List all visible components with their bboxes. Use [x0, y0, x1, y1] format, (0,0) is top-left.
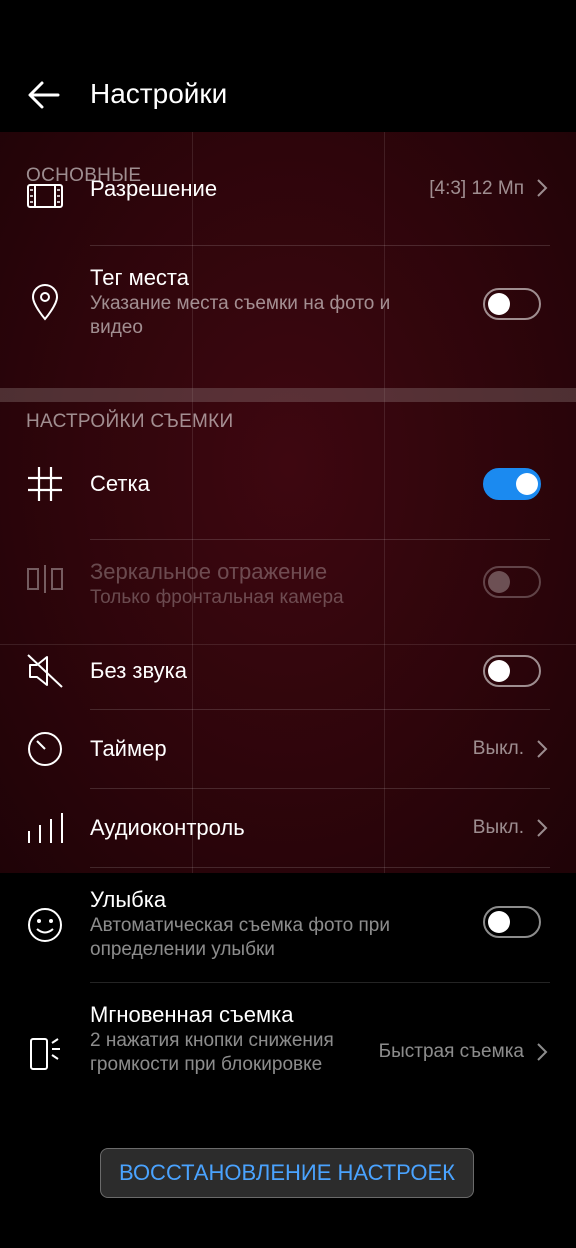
- chevron-right-icon: [537, 1043, 548, 1061]
- setting-location-tag[interactable]: Тег места Указание места съемки на фото …: [0, 246, 576, 362]
- reset-settings-button[interactable]: ВОССТАНОВЛЕНИЕ НАСТРОЕК: [100, 1148, 474, 1198]
- setting-audio-control[interactable]: Аудиоконтроль Выкл.: [0, 789, 576, 868]
- grid-icon: [24, 463, 66, 505]
- setting-label: Мгновенная съемка: [90, 1002, 294, 1027]
- location-toggle[interactable]: [483, 288, 541, 320]
- setting-value: Выкл.: [472, 817, 524, 838]
- chevron-right-icon: [537, 819, 548, 837]
- arrow-left-icon: [28, 81, 60, 109]
- setting-instant-capture[interactable]: Мгновенная съемка 2 нажатия кнопки сниже…: [0, 983, 576, 1123]
- grid-toggle[interactable]: [483, 468, 541, 500]
- mute-toggle[interactable]: [483, 655, 541, 687]
- header: Настройки: [0, 0, 576, 132]
- smile-toggle[interactable]: [483, 906, 541, 938]
- setting-timer[interactable]: Таймер Выкл.: [0, 710, 576, 789]
- setting-label: Сетка: [90, 471, 150, 496]
- settings-list: ОСНОВНЫЕ Разрешение [4:3] 12 Мп Тег мест…: [0, 132, 576, 1123]
- setting-description: Только фронтальная камера: [90, 587, 344, 608]
- setting-label: Тег места: [90, 265, 189, 290]
- setting-value: Быстрая съемка: [378, 1041, 524, 1062]
- divider: [0, 238, 576, 246]
- setting-label: Улыбка: [90, 887, 167, 912]
- setting-value: Выкл.: [472, 738, 524, 759]
- chevron-right-icon: [537, 740, 548, 758]
- resolution-icon: [24, 175, 66, 217]
- setting-label: Таймер: [90, 736, 167, 761]
- setting-label: Без звука: [90, 658, 188, 683]
- mirror-toggle[interactable]: [483, 566, 541, 598]
- setting-label: Аудиоконтроль: [90, 815, 245, 840]
- setting-mirror[interactable]: Зеркальное отражение Только фронтальная …: [0, 540, 576, 632]
- setting-description: Автоматическая съемка фото при определен…: [90, 915, 390, 960]
- sound-off-icon: [24, 650, 66, 692]
- setting-resolution[interactable]: Разрешение [4:3] 12 Мп: [0, 176, 576, 238]
- setting-value: [4:3] 12 Мп: [429, 178, 524, 199]
- timer-icon: [24, 728, 66, 770]
- setting-label: Зеркальное отражение: [90, 559, 328, 584]
- setting-grid[interactable]: Сетка: [0, 448, 576, 540]
- mirror-icon: [24, 558, 66, 600]
- instant-capture-icon: [24, 1033, 66, 1075]
- setting-mute[interactable]: Без звука: [0, 632, 576, 710]
- smile-icon: [24, 904, 66, 946]
- setting-label: Разрешение: [90, 176, 218, 201]
- page-title: Настройки: [90, 78, 228, 109]
- chevron-right-icon: [537, 179, 548, 197]
- camera-settings-screen: Настройки ОСНОВНЫЕ Разрешение [4:3] 12 М…: [0, 0, 576, 1248]
- back-button[interactable]: [22, 72, 68, 118]
- setting-description: 2 нажатия кнопки снижения громкости при …: [90, 1030, 334, 1075]
- setting-smile[interactable]: Улыбка Автоматическая съемка фото при оп…: [0, 868, 576, 983]
- location-pin-icon: [24, 281, 66, 323]
- audio-control-icon: [24, 807, 66, 849]
- setting-description: Указание места съемки на фото и видео: [90, 293, 391, 338]
